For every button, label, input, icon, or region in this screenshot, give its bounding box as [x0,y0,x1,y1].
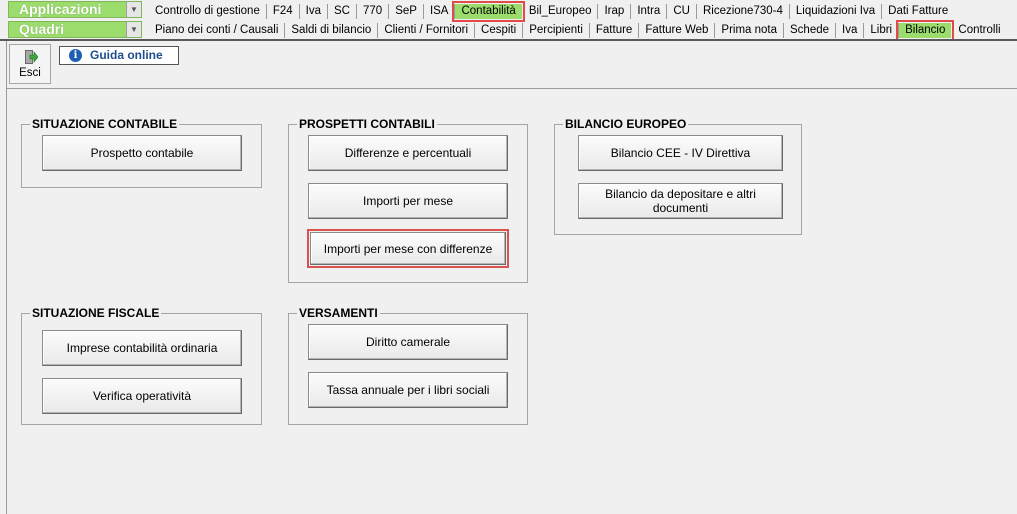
esci-button[interactable]: Esci [9,44,51,84]
group-versamenti: VERSAMENTI Diritto camerale Tassa annual… [288,306,528,425]
quadri-label: Quadri [19,21,65,37]
chevron-down-icon[interactable]: ▼ [126,2,141,17]
imprese-contabilita-ordinaria-button[interactable]: Imprese contabilità ordinaria [42,330,242,366]
tab-liquidazioni-iva[interactable]: Liquidazioni Iva [790,4,883,19]
group-title-bilancio-europeo: BILANCIO EUROPEO [563,117,689,131]
applicazioni-dropdown[interactable]: Applicazioni ▼ [8,1,142,18]
tab-cespiti[interactable]: Cespiti [475,23,524,38]
guida-online-label: Guida online [90,48,163,62]
group-title-prospetti-contabili: PROSPETTI CONTABILI [297,117,437,131]
group-situazione-contabile: SITUAZIONE CONTABILE Prospetto contabile [21,117,262,188]
toolbar-separator [7,88,1017,89]
exit-door-icon [25,50,38,64]
tab-sc[interactable]: SC [328,4,357,19]
tab-schede[interactable]: Schede [784,23,837,38]
group-title-versamenti: VERSAMENTI [297,306,380,320]
tab-controlli[interactable]: Controlli [952,23,1006,38]
tab-bil-europeo[interactable]: Bil_Europeo [523,4,599,19]
tab-contabilita[interactable]: Contabilità [452,1,525,22]
tab-intra[interactable]: Intra [631,4,668,19]
tab-saldi-di-bilancio[interactable]: Saldi di bilancio [285,23,379,38]
tab-fatture-web[interactable]: Fatture Web [639,23,716,38]
tab-libri[interactable]: Libri [864,23,900,38]
tab-cu[interactable]: CU [667,4,697,19]
tab-percipienti[interactable]: Percipienti [523,23,590,38]
tab-iva[interactable]: Iva [300,4,329,19]
diritto-camerale-button[interactable]: Diritto camerale [308,324,508,360]
bilancio-cee-button[interactable]: Bilancio CEE - IV Direttiva [578,135,783,171]
guida-online-button[interactable]: i Guida online [59,46,179,65]
group-title-situazione-fiscale: SITUAZIONE FISCALE [30,306,162,320]
left-border [6,41,7,514]
tab-770[interactable]: 770 [357,4,390,19]
tab-piano-dei-conti[interactable]: Piano dei conti / Causali [149,23,286,38]
tab-iva-quadri[interactable]: Iva [836,23,865,38]
tab-f24[interactable]: F24 [267,4,300,19]
tab-ricezione730-4[interactable]: Ricezione730-4 [697,4,790,19]
differenze-percentuali-button[interactable]: Differenze e percentuali [308,135,508,171]
group-situazione-fiscale: SITUAZIONE FISCALE Imprese contabilità o… [21,306,262,425]
tab-clienti-fornitori[interactable]: Clienti / Fornitori [378,23,476,38]
bilancio-da-depositare-button[interactable]: Bilancio da depositare e altri documenti [578,183,783,219]
quadri-tabs: Piano dei conti / Causali Saldi di bilan… [149,20,1007,41]
tassa-annuale-libri-sociali-button[interactable]: Tassa annuale per i libri sociali [308,372,508,408]
group-bilancio-europeo: BILANCIO EUROPEO Bilancio CEE - IV Diret… [554,117,802,235]
prospetto-contabile-button[interactable]: Prospetto contabile [42,135,242,171]
app-tabs: Controllo di gestione F24 Iva SC 770 SeP… [149,1,954,22]
tab-prima-nota[interactable]: Prima nota [715,23,785,38]
quadri-dropdown[interactable]: Quadri ▼ [8,21,142,38]
menu-separator [0,39,1017,41]
tab-bilancio[interactable]: Bilancio [896,20,955,41]
tab-isa[interactable]: ISA [424,4,456,19]
chevron-down-icon[interactable]: ▼ [126,22,141,37]
top-menu-bar: Applicazioni ▼ Controllo di gestione F24… [0,0,1017,41]
importi-per-mese-con-differenze-button[interactable]: Importi per mese con differenze [307,229,509,268]
tab-irap[interactable]: Irap [598,4,632,19]
tab-dati-fatture[interactable]: Dati Fatture [882,4,954,19]
importi-per-mese-button[interactable]: Importi per mese [308,183,508,219]
group-prospetti-contabili: PROSPETTI CONTABILI Differenze e percent… [288,117,528,283]
verifica-operativita-button[interactable]: Verifica operatività [42,378,242,414]
tab-controllo-di-gestione[interactable]: Controllo di gestione [149,4,267,19]
esci-label: Esci [19,67,41,79]
tab-fatture[interactable]: Fatture [590,23,640,38]
applicazioni-label: Applicazioni [19,1,102,17]
info-icon: i [69,49,82,62]
group-title-situazione-contabile: SITUAZIONE CONTABILE [30,117,180,131]
tab-sep[interactable]: SeP [389,4,424,19]
